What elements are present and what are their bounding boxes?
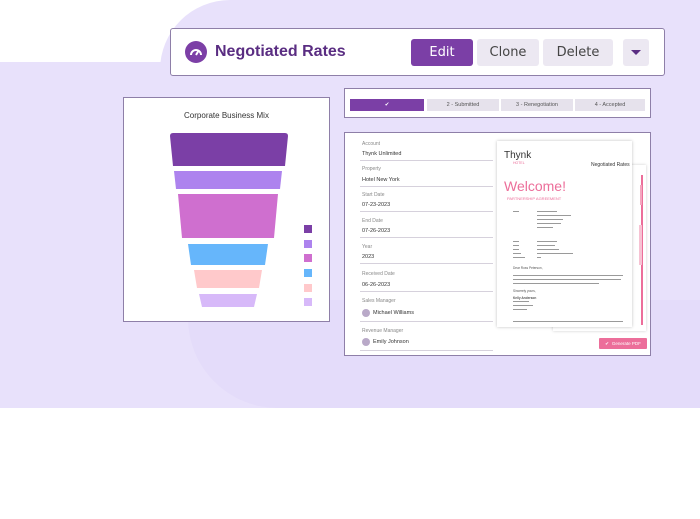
field-value-property[interactable]: Hotel New York — [362, 177, 400, 183]
field-label-account: Account — [362, 141, 381, 147]
funnel-stage-1 — [170, 133, 288, 166]
field-label-received-date: Received Date — [362, 271, 395, 277]
more-dropdown-button[interactable] — [623, 39, 649, 66]
field-label-end-date: End Date — [362, 218, 383, 224]
check-icon: ✔ — [605, 340, 609, 346]
field-value-received-date[interactable]: 06-26-2023 — [362, 282, 390, 288]
field-divider — [360, 186, 493, 187]
document-greeting: Dear Ross Peterson, — [513, 266, 543, 270]
step-submitted[interactable]: 2 - Submitted — [427, 99, 499, 111]
field-value-revenue-manager[interactable]: Emily Johnson — [373, 339, 409, 345]
step-renegotiation[interactable]: 3 - Renegotiation — [501, 99, 573, 111]
field-value-end-date[interactable]: 07-26-2023 — [362, 228, 390, 234]
edit-button[interactable]: Edit — [411, 39, 473, 66]
generate-pdf-button[interactable]: ✔ Generate PDF — [599, 338, 647, 349]
field-value-start-date[interactable]: 07-23-2023 — [362, 202, 390, 208]
field-label-sales-manager: Sales Manager — [362, 298, 396, 304]
field-divider — [360, 160, 493, 161]
field-value-account[interactable]: Thynk Unlimited — [362, 151, 401, 157]
step-accepted[interactable]: 4 - Accepted — [575, 99, 645, 111]
step-1-complete[interactable]: ✔ — [350, 99, 424, 111]
funnel-chart-card: Corporate Business Mix — [123, 97, 330, 322]
field-divider — [360, 350, 493, 351]
legend-swatch-3 — [304, 254, 312, 262]
status-stepper: ✔ 2 - Submitted 3 - Renegotiation 4 - Ac… — [344, 88, 651, 118]
document-signer: Kelly Anderson — [513, 296, 537, 300]
field-divider — [360, 321, 493, 322]
legend-swatch-4 — [304, 269, 312, 277]
agreement-document-preview[interactable]: Thynk HOTEL Negotiated Rates Welcome! PA… — [497, 141, 632, 327]
rates-logo-icon — [185, 41, 207, 63]
legend-swatch-5 — [304, 284, 312, 292]
generate-pdf-label: Generate PDF — [611, 341, 641, 346]
funnel-chart — [170, 133, 312, 307]
field-value-sales-manager[interactable]: Michael Williams — [373, 310, 414, 316]
header-bar: Negotiated Rates Edit Clone Delete — [170, 28, 665, 76]
legend-swatch-6 — [304, 298, 312, 306]
field-divider — [360, 263, 493, 264]
sales-manager-avatar — [362, 309, 370, 317]
funnel-stage-2 — [174, 171, 282, 189]
field-label-revenue-manager: Revenue Manager — [362, 328, 404, 334]
funnel-stage-6 — [199, 294, 257, 307]
field-divider — [360, 211, 493, 212]
legend-swatch-1 — [304, 225, 312, 233]
legend-swatch-2 — [304, 240, 312, 248]
field-label-start-date: Start Date — [362, 192, 385, 198]
field-divider — [360, 291, 493, 292]
document-sincerely: Sincerely yours, — [513, 289, 536, 293]
delete-button[interactable]: Delete — [543, 39, 613, 66]
field-value-year[interactable]: 2023 — [362, 254, 374, 260]
funnel-stage-4 — [188, 244, 268, 265]
page-title: Negotiated Rates — [215, 43, 346, 60]
funnel-stage-5 — [194, 270, 262, 288]
field-label-property: Property — [362, 166, 381, 172]
funnel-stage-3 — [178, 194, 278, 238]
revenue-manager-avatar — [362, 338, 370, 346]
details-panel: Account Thynk Unlimited Property Hotel N… — [344, 132, 651, 356]
clone-button[interactable]: Clone — [477, 39, 539, 66]
field-divider — [360, 237, 493, 238]
field-label-year: Year — [362, 244, 373, 250]
